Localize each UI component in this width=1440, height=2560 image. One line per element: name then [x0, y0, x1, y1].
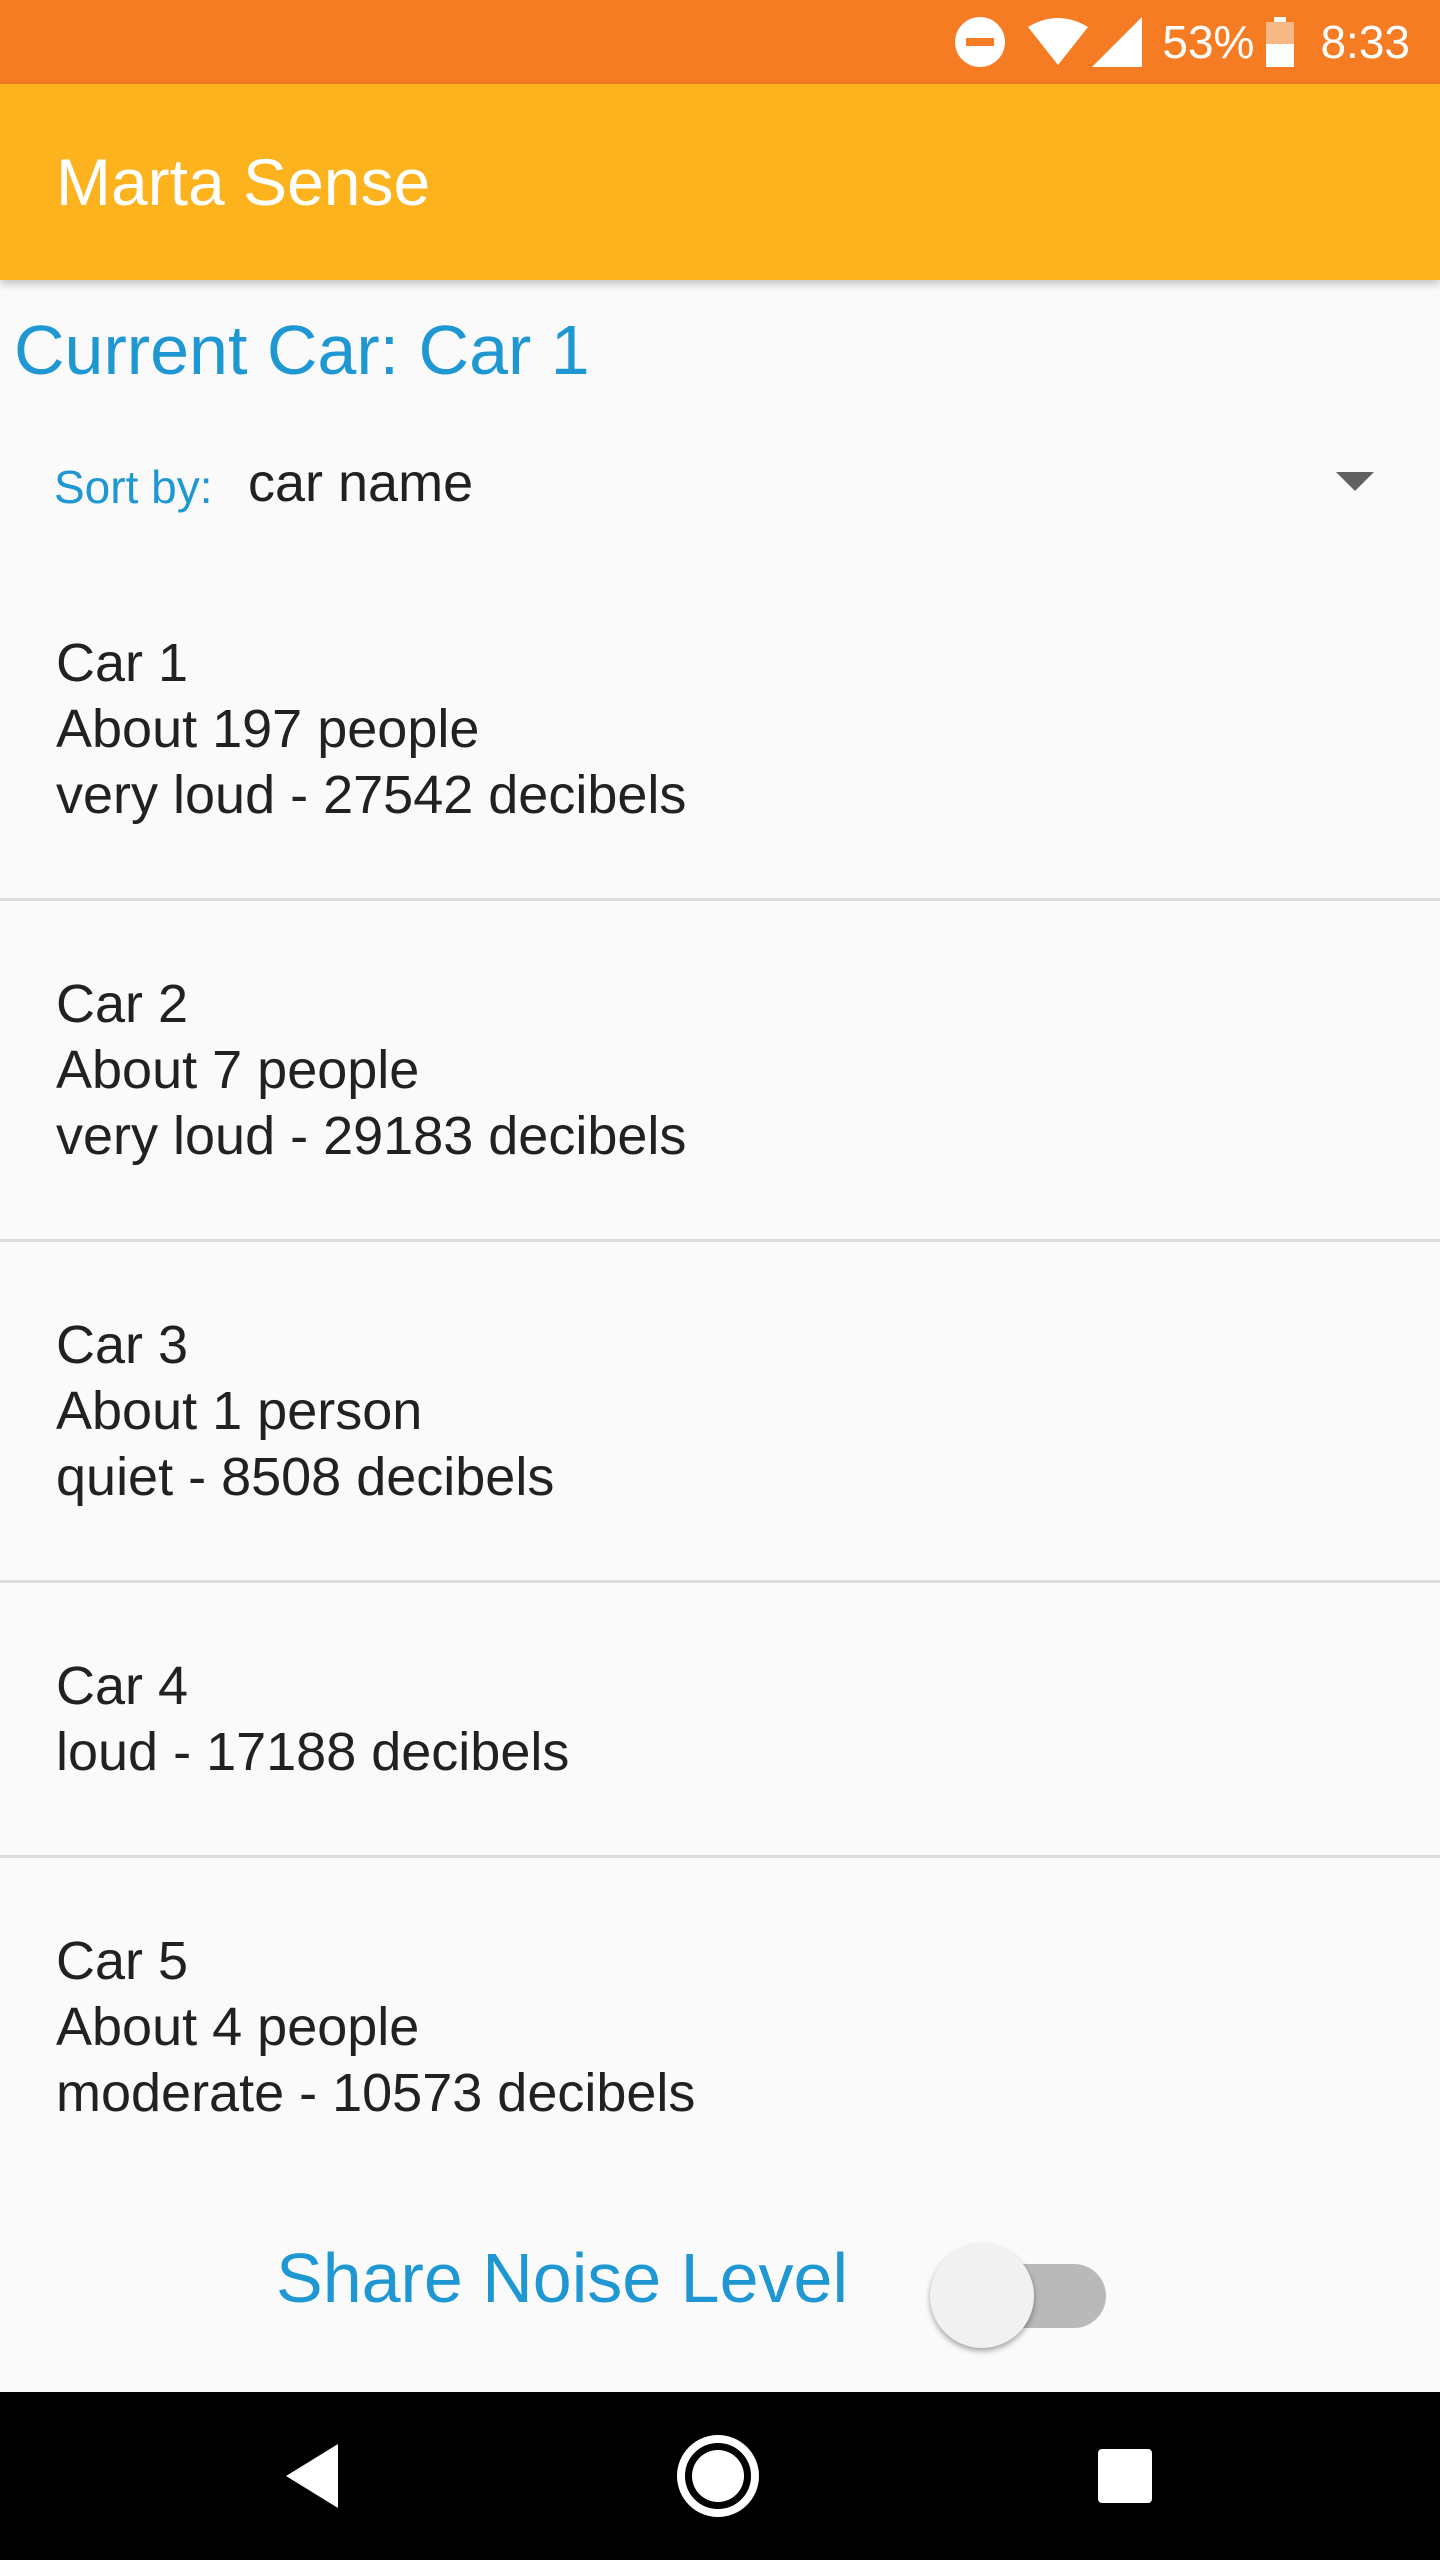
- app-title: Marta Sense: [56, 145, 431, 219]
- navigation-bar: [0, 2392, 1440, 2560]
- list-item[interactable]: Car 4 loud - 17188 decibels: [0, 1583, 1440, 1858]
- car-list: Car 1 About 197 people very loud - 27542…: [0, 560, 1440, 2196]
- share-noise-label: Share Noise Level: [276, 2239, 848, 2317]
- car-noise: very loud - 29183 decibels: [56, 1106, 687, 1166]
- list-item[interactable]: Car 2 About 7 people very loud - 29183 d…: [0, 901, 1440, 1242]
- car-noise: loud - 17188 decibels: [56, 1722, 570, 1782]
- list-item[interactable]: Car 5 About 4 people moderate - 10573 de…: [0, 1858, 1440, 2196]
- share-noise-row: Share Noise Level: [0, 2210, 1440, 2348]
- car-people: About 1 person: [56, 1381, 423, 1441]
- car-name: Car 1: [56, 633, 189, 693]
- car-people: About 7 people: [56, 1040, 420, 1100]
- car-name: Car 3: [56, 1315, 189, 1375]
- wifi-icon: [1028, 17, 1089, 67]
- recent-apps-icon[interactable]: [1025, 2392, 1225, 2560]
- app-bar: Marta Sense: [0, 84, 1440, 280]
- battery-percent: 53%: [1162, 16, 1255, 68]
- car-noise: very loud - 27542 decibels: [56, 765, 687, 825]
- list-item[interactable]: Car 1 About 197 people very loud - 27542…: [0, 560, 1440, 901]
- list-item[interactable]: Car 3 About 1 person quiet - 8508 decibe…: [0, 1242, 1440, 1583]
- cell-signal-icon: [1092, 17, 1143, 67]
- car-noise: moderate - 10573 decibels: [56, 2063, 696, 2123]
- car-people: About 4 people: [56, 1997, 420, 2057]
- car-name: Car 5: [56, 1931, 189, 1991]
- car-name: Car 4: [56, 1656, 189, 1716]
- car-name: Car 2: [56, 974, 189, 1034]
- sort-dropdown[interactable]: Sort by: car name: [0, 440, 1440, 530]
- status-bar: 53% 8:33: [0, 0, 1440, 84]
- sort-selected-value[interactable]: car name: [248, 452, 473, 514]
- home-icon[interactable]: [618, 2392, 818, 2560]
- battery-icon: [1266, 17, 1295, 67]
- do-not-disturb-icon: [954, 16, 1006, 68]
- clock: 8:33: [1320, 16, 1410, 68]
- current-car-heading: Current Car: Car 1: [14, 311, 590, 389]
- car-people: About 197 people: [56, 699, 480, 759]
- share-noise-toggle[interactable]: [930, 2240, 1106, 2360]
- toggle-thumb: [930, 2244, 1034, 2348]
- car-noise: quiet - 8508 decibels: [56, 1447, 555, 1507]
- sort-label: Sort by:: [54, 461, 213, 513]
- back-icon[interactable]: [214, 2392, 414, 2560]
- dropdown-arrow-icon[interactable]: [1336, 472, 1374, 491]
